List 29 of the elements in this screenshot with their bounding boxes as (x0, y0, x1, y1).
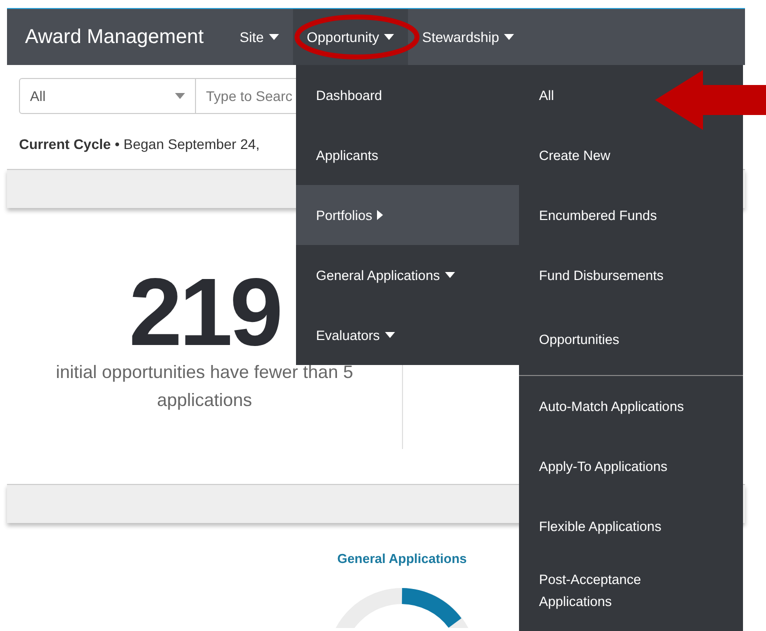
menu-item[interactable]: Encumbered Funds (519, 185, 677, 245)
menu-item[interactable]: All (519, 65, 574, 125)
stat-number: 219 (128, 268, 280, 358)
select-value: All (30, 88, 46, 104)
menu-item[interactable]: Apply-To Applications (519, 436, 688, 496)
filter-select[interactable]: All (19, 78, 196, 114)
caret-icon (384, 332, 395, 338)
caret-icon (444, 272, 455, 278)
caret-icon (384, 34, 394, 40)
cycle-label: Current Cycle (19, 136, 111, 152)
menu-item[interactable]: General Applications (296, 245, 519, 305)
menu-item[interactable]: Create New (519, 125, 630, 185)
caret-icon (268, 34, 279, 40)
menu-item[interactable]: Post-Acceptance Applications (519, 556, 699, 626)
chart-title: General Applications (337, 551, 467, 566)
menu-item[interactable]: Opportunities (519, 305, 699, 375)
nav-menu[interactable]: Site (226, 9, 293, 65)
caret-icon (504, 34, 514, 40)
menu-item[interactable]: Flexible Applications (519, 496, 682, 556)
app-title: Award Management (25, 26, 204, 48)
menu-item[interactable]: Portfolios (296, 185, 519, 245)
cycle-date: • Began September 24, (114, 136, 260, 152)
menu-item[interactable]: Auto-Match Applications (519, 376, 704, 436)
caret-icon (175, 93, 185, 99)
nav-menu[interactable]: Stewardship (408, 9, 528, 65)
caret-icon (377, 210, 384, 220)
menu-item[interactable]: Applicants (296, 125, 519, 185)
arrow-icon (655, 70, 766, 130)
menu-item[interactable]: Fund Disbursements (519, 245, 684, 305)
